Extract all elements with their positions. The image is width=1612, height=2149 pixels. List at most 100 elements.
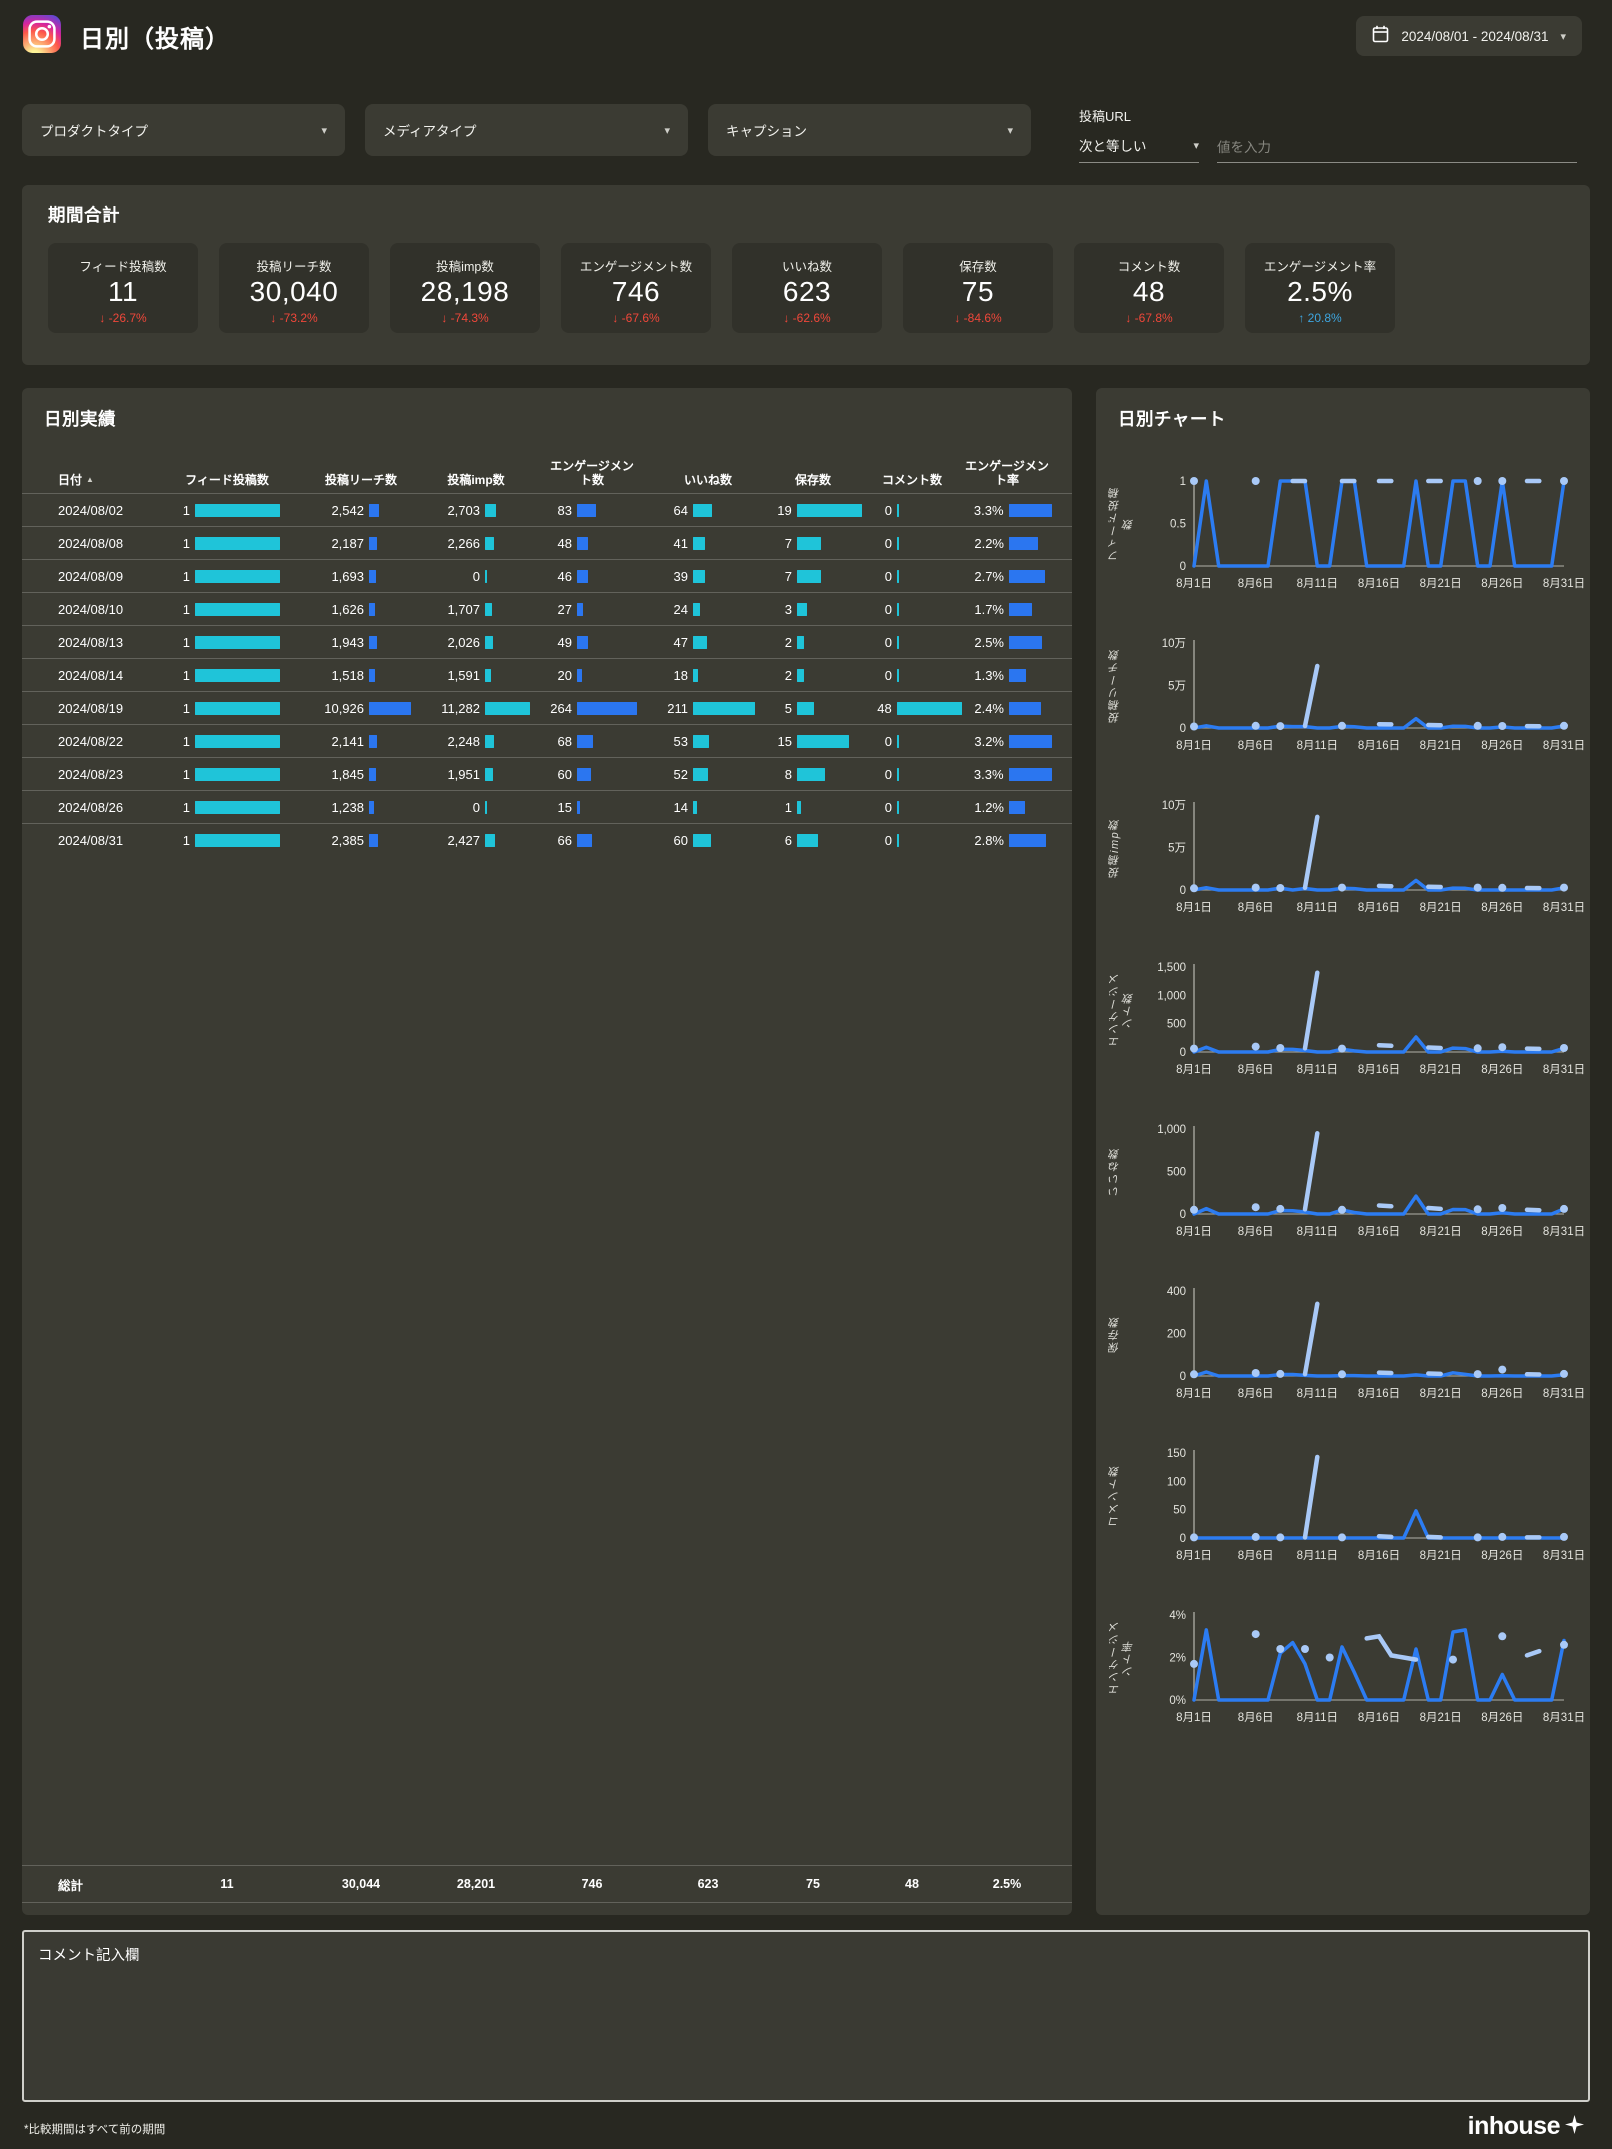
chart-block: 投稿imp数05万10万8月1日8月6日8月11日8月16日8月21日8月26日… [1096,787,1590,949]
svg-text:5万: 5万 [1168,843,1186,855]
data-bar [369,834,378,847]
cell-value: 0 [420,569,480,584]
cell-value: 6 [764,833,792,848]
metric-cell: 1 [152,602,302,617]
table-row[interactable]: 2024/08/1311,9432,0264947202.5% [22,625,1072,658]
date-cell: 2024/08/31 [42,833,152,848]
filter-bar: プロダクトタイプ ▾ メディアタイプ ▾ キャプション ▾ 投稿URL 次と等し… [22,104,1590,162]
svg-text:5万: 5万 [1168,681,1186,693]
cell-value: 1,693 [302,569,364,584]
data-bar [577,603,583,616]
filter-media-type[interactable]: メディアタイプ ▾ [365,104,688,156]
svg-text:8月6日: 8月6日 [1238,1226,1274,1238]
cell-value: 66 [532,833,572,848]
metric-cell: 0 [862,635,962,650]
cell-value: 2.4% [962,701,1004,716]
data-bar [369,603,375,616]
total-value: 2.5% [962,1877,1052,1891]
chart-axis-title: いいね数 [1108,1131,1138,1213]
svg-text:8月1日: 8月1日 [1176,1064,1212,1076]
svg-text:8月31日: 8月31日 [1543,1064,1585,1076]
data-bar [693,735,709,748]
url-operator-select[interactable]: 次と等しい ▾ [1079,135,1199,163]
data-bar [485,834,495,847]
sort-asc-icon: ▲ [86,475,94,484]
data-bar [369,702,411,715]
svg-text:8月11日: 8月11日 [1297,1550,1338,1562]
column-header[interactable]: エンゲージメント率 [962,459,1052,487]
metric-cell: 48 [862,701,962,716]
table-row[interactable]: 2024/08/0212,5422,70383641903.3% [22,493,1072,526]
metric-cell: 1 [152,734,302,749]
metric-cell: 1 [152,635,302,650]
svg-text:8月21日: 8月21日 [1420,902,1462,914]
kpi-card: エンゲージメント数746↓ -67.6% [561,243,711,333]
svg-text:8月26日: 8月26日 [1481,578,1523,590]
brand-name: inhouse [1468,2112,1560,2141]
svg-text:8月21日: 8月21日 [1420,740,1462,752]
column-header[interactable]: 投稿imp数 [420,473,532,487]
cell-value: 2,703 [420,503,480,518]
column-header[interactable]: 日付▲ [42,473,152,487]
filter-product-type[interactable]: プロダクトタイプ ▾ [22,104,345,156]
svg-text:8月16日: 8月16日 [1358,1064,1400,1076]
date-range-picker[interactable]: 2024/08/01 - 2024/08/31 ▾ [1356,16,1582,56]
chart-block: 保存数02004008月1日8月6日8月11日8月16日8月21日8月26日8月… [1096,1273,1590,1435]
table-row[interactable]: 2024/08/3112,3852,4276660602.8% [22,823,1072,856]
column-header[interactable]: フィード投稿数 [152,473,302,487]
metric-cell: 3 [764,602,862,617]
table-row[interactable]: 2024/08/2212,1412,24868531503.2% [22,724,1072,757]
data-bar [897,834,899,847]
svg-text:400: 400 [1167,1286,1186,1298]
date-cell: 2024/08/13 [42,635,152,650]
comment-input-area[interactable]: コメント記入欄 [22,1930,1590,2102]
column-header[interactable]: いいね数 [652,473,764,487]
kpi-label: 投稿リーチ数 [219,256,369,275]
cell-value: 1 [152,503,190,518]
table-row[interactable]: 2024/08/2611,23801514101.2% [22,790,1072,823]
metric-cell: 47 [652,635,764,650]
chart-axis-title: 投稿リーチ数 [1108,645,1138,727]
cell-value: 52 [652,767,688,782]
cell-value: 2.2% [962,536,1004,551]
column-header[interactable]: コメント数 [862,473,962,487]
total-value: 28,201 [420,1877,532,1891]
date-cell: 2024/08/08 [42,536,152,551]
metric-cell: 6 [764,833,862,848]
filter-caption[interactable]: キャプション ▾ [708,104,1031,156]
svg-text:8月6日: 8月6日 [1238,578,1274,590]
column-header-label: 保存数 [795,473,831,487]
metric-cell: 2,703 [420,503,532,518]
kpi-value: 2.5% [1245,276,1395,308]
table-row[interactable]: 2024/08/19110,92611,2822642115482.4% [22,691,1072,724]
column-header[interactable]: 保存数 [764,473,862,487]
metric-cell: 2,385 [302,833,420,848]
kpi-label: エンゲージメント率 [1245,256,1395,275]
table-row[interactable]: 2024/08/0812,1872,2664841702.2% [22,526,1072,559]
metric-cell: 1 [152,503,302,518]
cell-value: 0 [862,635,892,650]
table-row[interactable]: 2024/08/0911,69304639702.7% [22,559,1072,592]
column-header[interactable]: 投稿リーチ数 [302,473,420,487]
svg-text:4%: 4% [1169,1610,1186,1622]
svg-text:8月11日: 8月11日 [1297,740,1338,752]
metric-cell: 0 [420,800,532,815]
column-header-label: 投稿リーチ数 [325,473,397,487]
metric-cell: 0 [862,833,962,848]
data-bar [369,570,376,583]
metric-cell: 10,926 [302,701,420,716]
metric-cell: 64 [652,503,764,518]
metric-cell: 0 [862,767,962,782]
line-chart-6: 02004008月1日8月6日8月11日8月16日8月21日8月26日8月31日 [1138,1285,1588,1403]
column-header[interactable]: エンゲージメント数 [532,459,652,487]
metric-cell: 8 [764,767,862,782]
table-row[interactable]: 2024/08/1011,6261,7072724301.7% [22,592,1072,625]
table-row[interactable]: 2024/08/2311,8451,9516052803.3% [22,757,1072,790]
kpi-value: 623 [732,276,882,308]
total-value: 48 [862,1877,962,1891]
table-row[interactable]: 2024/08/1411,5181,5912018201.3% [22,658,1072,691]
url-value-input[interactable] [1217,140,1577,163]
svg-text:8月16日: 8月16日 [1358,902,1400,914]
cell-value: 7 [764,569,792,584]
kpi-delta: ↓ -67.8% [1074,311,1224,325]
